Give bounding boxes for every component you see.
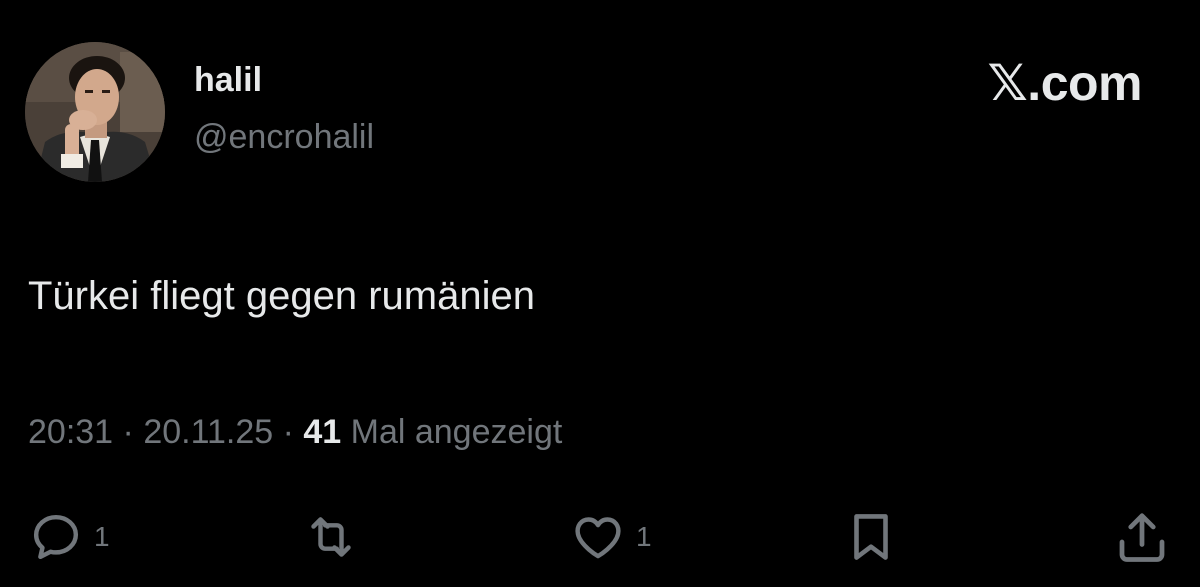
retweet-icon xyxy=(302,509,360,565)
tweet-card: halil @encrohalil 𝕏.com Türkei fliegt ge… xyxy=(0,0,1200,587)
tweet-meta: 20:31 · 20.11.25 · 41 Mal angezeigt xyxy=(28,412,562,452)
like-count: 1 xyxy=(636,521,652,552)
display-name[interactable]: halil xyxy=(194,60,262,100)
tweet-time[interactable]: 20:31 xyxy=(28,413,113,451)
reply-icon xyxy=(28,509,84,565)
meta-separator: · xyxy=(113,413,144,451)
reply-button[interactable]: 1 xyxy=(28,505,110,569)
bookmark-icon xyxy=(842,508,900,566)
like-icon xyxy=(570,509,626,565)
user-handle[interactable]: @encrohalil xyxy=(194,117,374,157)
like-button[interactable]: 1 xyxy=(570,505,652,569)
action-bar: 1 1 xyxy=(0,505,1200,569)
views-count: 41 xyxy=(303,413,342,451)
retweet-button[interactable] xyxy=(302,505,360,569)
meta-separator: · xyxy=(273,413,304,451)
views-label: Mal angezeigt xyxy=(341,413,563,451)
avatar[interactable] xyxy=(25,42,165,182)
tweet-text: Türkei fliegt gegen rumänien xyxy=(28,274,535,318)
x-brand-logo: 𝕏.com xyxy=(987,55,1143,111)
tweet-date[interactable]: 20.11.25 xyxy=(143,413,273,451)
share-icon xyxy=(1112,507,1172,567)
bookmark-button[interactable] xyxy=(842,505,900,569)
reply-count: 1 xyxy=(94,521,110,552)
share-button[interactable] xyxy=(1112,505,1172,569)
avatar-image xyxy=(25,42,165,182)
